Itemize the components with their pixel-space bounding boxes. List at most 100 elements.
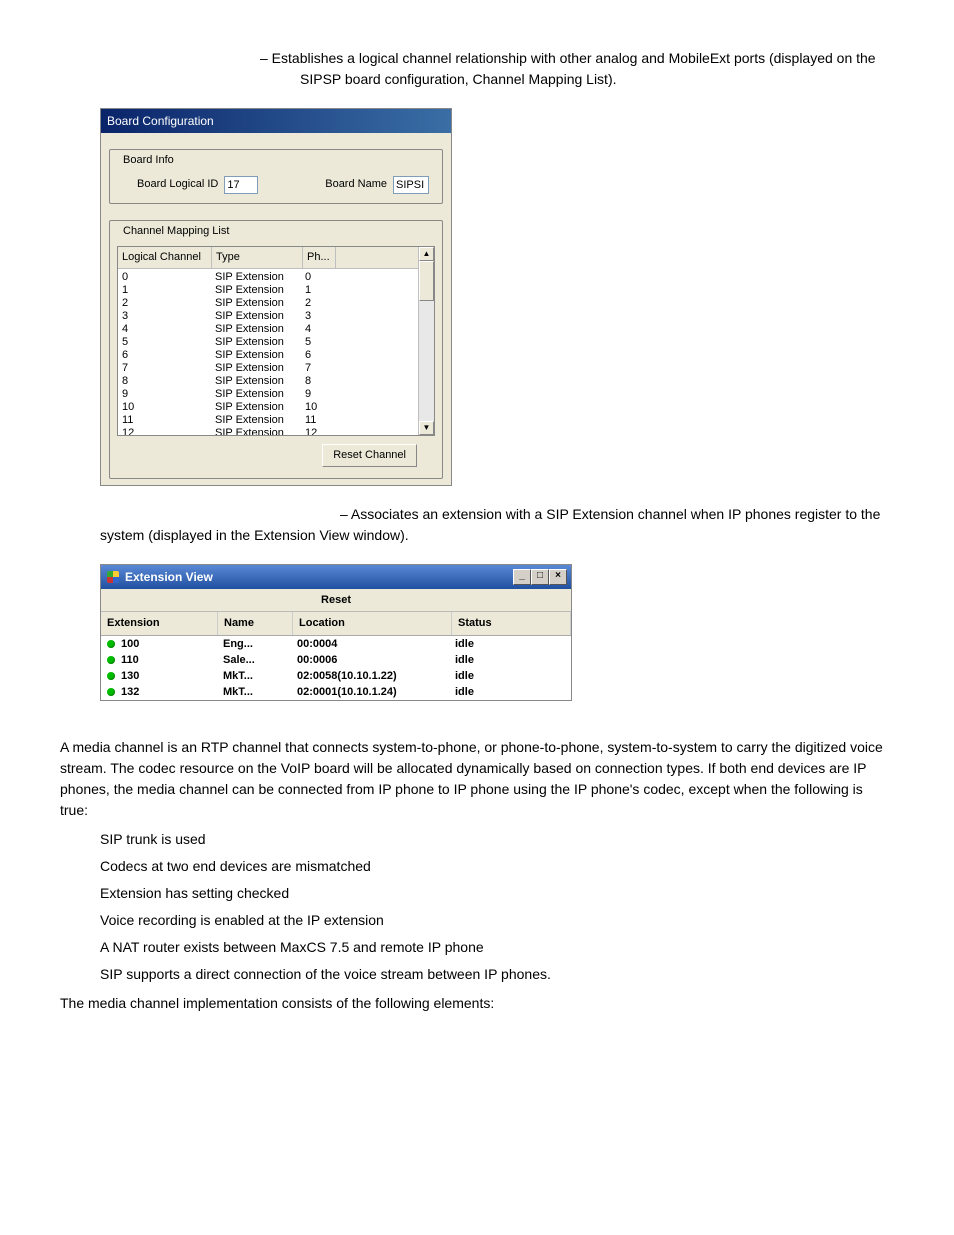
table-row[interactable]: 7SIP Extension7 bbox=[118, 362, 434, 375]
extension-view-window: Extension View _ □ × Reset Extension Nam… bbox=[100, 564, 572, 701]
menu-reset[interactable]: Reset bbox=[321, 594, 351, 606]
cell-ph: 9 bbox=[301, 388, 333, 401]
intro-para-1-text: – Establishes a logical channel relation… bbox=[260, 50, 876, 87]
reset-channel-button[interactable]: Reset Channel bbox=[322, 444, 417, 467]
channel-list-header: Logical Channel Type Ph... bbox=[118, 247, 434, 269]
col-logical-channel[interactable]: Logical Channel bbox=[118, 247, 212, 269]
table-row[interactable]: 9SIP Extension9 bbox=[118, 388, 434, 401]
cell-type: SIP Extension bbox=[211, 323, 301, 336]
table-row[interactable]: 0SIP Extension0 bbox=[118, 271, 434, 284]
col-status[interactable]: Status bbox=[452, 612, 571, 635]
cell-ph: 2 bbox=[301, 297, 333, 310]
cell-type: SIP Extension bbox=[211, 375, 301, 388]
list-item[interactable]: 130MkT...02:0058(10.10.1.22)idle bbox=[101, 668, 571, 684]
bullet-item: SIP supports a direct connection of the … bbox=[100, 964, 894, 985]
cell-extension: 100 bbox=[101, 636, 217, 652]
board-logical-id-input[interactable]: 17 bbox=[224, 176, 258, 194]
board-config-titlebar[interactable]: Board Configuration bbox=[101, 109, 451, 133]
cell-type: SIP Extension bbox=[211, 401, 301, 414]
table-row[interactable]: 8SIP Extension8 bbox=[118, 375, 434, 388]
bullet-list: SIP trunk is used Codecs at two end devic… bbox=[100, 829, 894, 985]
cell-logical-channel: 5 bbox=[118, 336, 211, 349]
cell-logical-channel: 2 bbox=[118, 297, 211, 310]
cell-logical-channel: 12 bbox=[118, 427, 211, 437]
board-name-input[interactable]: SIPSI bbox=[393, 176, 429, 194]
list-item[interactable]: 110Sale...00:0006idle bbox=[101, 652, 571, 668]
list-item[interactable]: 132MkT...02:0001(10.10.1.24)idle bbox=[101, 684, 571, 700]
cell-ph: 7 bbox=[301, 362, 333, 375]
channel-list-body[interactable]: 0SIP Extension01SIP Extension12SIP Exten… bbox=[118, 269, 434, 437]
table-row[interactable]: 1SIP Extension1 bbox=[118, 284, 434, 297]
status-dot-icon bbox=[107, 640, 115, 648]
table-row[interactable]: 6SIP Extension6 bbox=[118, 349, 434, 362]
closing-para: The media channel implementation consist… bbox=[60, 993, 894, 1014]
scroll-up-icon[interactable]: ▲ bbox=[419, 247, 434, 261]
table-row[interactable]: 11SIP Extension11 bbox=[118, 414, 434, 427]
table-row[interactable]: 5SIP Extension5 bbox=[118, 336, 434, 349]
minimize-icon[interactable]: _ bbox=[513, 569, 531, 585]
table-row[interactable]: 2SIP Extension2 bbox=[118, 297, 434, 310]
extension-view-titlebar[interactable]: Extension View _ □ × bbox=[101, 565, 571, 589]
close-icon[interactable]: × bbox=[549, 569, 567, 585]
cell-type: SIP Extension bbox=[211, 362, 301, 375]
channel-mapping-fieldset: Channel Mapping List Logical Channel Typ… bbox=[109, 214, 443, 479]
cell-logical-channel: 4 bbox=[118, 323, 211, 336]
cell-extension: 132 bbox=[101, 684, 217, 700]
list-item[interactable]: 100Eng...00:0004idle bbox=[101, 636, 571, 652]
cell-logical-channel: 10 bbox=[118, 401, 211, 414]
scroll-down-icon[interactable]: ▼ bbox=[419, 421, 434, 435]
cell-location: 00:0004 bbox=[291, 636, 449, 652]
bullet-item: A NAT router exists between MaxCS 7.5 an… bbox=[100, 937, 894, 958]
table-row[interactable]: 3SIP Extension3 bbox=[118, 310, 434, 323]
cell-logical-channel: 8 bbox=[118, 375, 211, 388]
cell-logical-channel: 3 bbox=[118, 310, 211, 323]
extension-view-header: Extension Name Location Status bbox=[101, 612, 571, 636]
cell-type: SIP Extension bbox=[211, 427, 301, 437]
status-dot-icon bbox=[107, 672, 115, 680]
cell-location: 00:0006 bbox=[291, 652, 449, 668]
board-config-window: Board Configuration Board Info Board Log… bbox=[100, 108, 452, 486]
scrollbar[interactable]: ▲ ▼ bbox=[418, 247, 434, 435]
board-info-fieldset: Board Info Board Logical ID 17 Board Nam… bbox=[109, 143, 443, 204]
bullet-item: Extension has setting checked bbox=[100, 883, 894, 904]
board-logical-id-label: Board Logical ID bbox=[137, 176, 218, 193]
table-row[interactable]: 10SIP Extension10 bbox=[118, 401, 434, 414]
col-extension[interactable]: Extension bbox=[101, 612, 218, 635]
extension-view-rows[interactable]: 100Eng...00:0004idle110Sale...00:0006idl… bbox=[101, 636, 571, 700]
extension-view-title: Extension View bbox=[125, 568, 213, 586]
cell-status: idle bbox=[449, 652, 571, 668]
status-dot-icon bbox=[107, 688, 115, 696]
cell-ph: 3 bbox=[301, 310, 333, 323]
cell-logical-channel: 1 bbox=[118, 284, 211, 297]
scroll-thumb[interactable] bbox=[419, 261, 434, 301]
cell-name: MkT... bbox=[217, 668, 291, 684]
extension-view-menu[interactable]: Reset bbox=[101, 589, 571, 613]
cell-logical-channel: 0 bbox=[118, 271, 211, 284]
bullet-item: SIP trunk is used bbox=[100, 829, 894, 850]
board-info-legend: Board Info bbox=[119, 152, 178, 169]
cell-location: 02:0058(10.10.1.22) bbox=[291, 668, 449, 684]
channel-list[interactable]: Logical Channel Type Ph... 0SIP Extensio… bbox=[117, 246, 435, 436]
cell-status: idle bbox=[449, 684, 571, 700]
cell-ph: 10 bbox=[301, 401, 333, 414]
col-ph[interactable]: Ph... bbox=[303, 247, 336, 269]
cell-type: SIP Extension bbox=[211, 336, 301, 349]
col-location[interactable]: Location bbox=[293, 612, 452, 635]
cell-ph: 5 bbox=[301, 336, 333, 349]
cell-type: SIP Extension bbox=[211, 297, 301, 310]
bullet-item: Codecs at two end devices are mismatched bbox=[100, 856, 894, 877]
table-row[interactable]: 12SIP Extension12 bbox=[118, 427, 434, 437]
col-type[interactable]: Type bbox=[212, 247, 303, 269]
status-dot-icon bbox=[107, 656, 115, 664]
cell-extension: 110 bbox=[101, 652, 217, 668]
cell-ph: 4 bbox=[301, 323, 333, 336]
bullet-item: Voice recording is enabled at the IP ext… bbox=[100, 910, 894, 931]
col-name[interactable]: Name bbox=[218, 612, 293, 635]
cell-type: SIP Extension bbox=[211, 388, 301, 401]
channel-mapping-legend: Channel Mapping List bbox=[119, 223, 233, 240]
cell-type: SIP Extension bbox=[211, 271, 301, 284]
cell-logical-channel: 9 bbox=[118, 388, 211, 401]
maximize-icon[interactable]: □ bbox=[531, 569, 549, 585]
table-row[interactable]: 4SIP Extension4 bbox=[118, 323, 434, 336]
cell-type: SIP Extension bbox=[211, 414, 301, 427]
